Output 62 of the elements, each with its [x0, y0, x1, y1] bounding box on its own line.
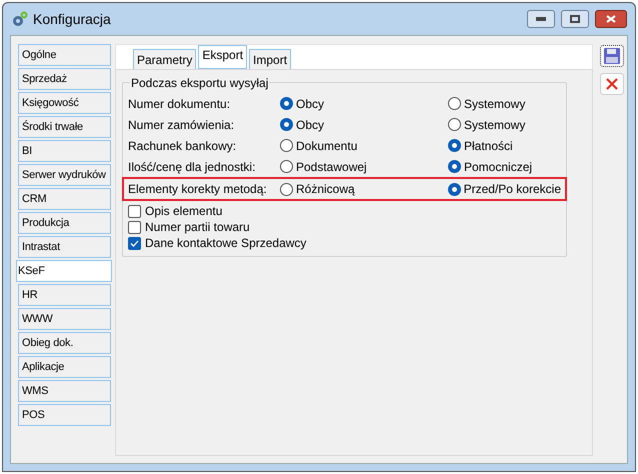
checkbox-option[interactable]: Dane kontaktowe Sprzedawcy — [128, 236, 561, 250]
radio-button[interactable] — [280, 160, 293, 173]
sidebar-item[interactable]: Produkcja — [18, 212, 111, 234]
radio-option[interactable]: Płatności — [448, 136, 513, 154]
field-label: Elementy korekty metodą: — [128, 181, 268, 198]
close-button[interactable] — [595, 10, 627, 28]
checkbox[interactable] — [128, 220, 141, 234]
field-label: Ilość/cenę dla jednostki: — [128, 158, 256, 176]
sidebar-item[interactable]: KSeF — [16, 260, 112, 282]
radio-option[interactable]: Przed/Po korekcie — [448, 180, 561, 198]
checkbox[interactable] — [128, 204, 141, 218]
sidebar-item[interactable]: Obieg dok. — [18, 332, 111, 354]
sidebar-item[interactable]: Sprzedaż — [18, 68, 111, 90]
checkbox-option[interactable]: Numer partii towaru — [128, 220, 561, 234]
radio-option[interactable]: Systemowy — [448, 94, 526, 112]
close-icon — [605, 77, 619, 91]
radio-button[interactable] — [280, 139, 293, 152]
radio-button[interactable] — [448, 139, 461, 152]
radio-option[interactable]: Różnicową — [280, 180, 448, 198]
sidebar-item[interactable]: Księgowość — [18, 92, 111, 114]
radio-button[interactable] — [448, 182, 461, 196]
radio-button[interactable] — [448, 97, 461, 110]
radio-button[interactable] — [448, 118, 461, 131]
sidebar-item[interactable]: BI — [18, 140, 111, 162]
window-title: Konfiguracja — [33, 10, 111, 29]
radio-option[interactable]: Obcy — [280, 116, 448, 134]
cancel-button[interactable] — [600, 73, 624, 95]
minimize-button[interactable] — [527, 10, 555, 28]
sidebar-item[interactable]: Ogólne — [18, 44, 111, 66]
sidebar-item[interactable]: Intrastat — [18, 236, 111, 258]
radio-option[interactable]: Pomocniczej — [448, 158, 532, 176]
field-label: Numer zamówienia: — [128, 116, 236, 134]
minimize-icon — [536, 17, 546, 21]
sidebar-item[interactable]: HR — [18, 284, 111, 306]
tab[interactable]: Import — [249, 49, 292, 70]
radio-option[interactable]: Podstawowej — [280, 158, 448, 176]
field-label: Numer dokumentu: — [128, 96, 232, 112]
radio-button[interactable] — [280, 97, 293, 110]
radio-option[interactable]: Systemowy — [448, 116, 526, 134]
check-icon — [130, 240, 139, 246]
radio-option[interactable]: Dokumentu — [280, 136, 448, 154]
sidebar-item[interactable]: WMS — [18, 380, 111, 402]
radio-option[interactable]: Obcy — [280, 94, 448, 112]
maximize-button[interactable] — [561, 10, 589, 28]
save-button[interactable] — [600, 45, 624, 67]
sidebar-item[interactable]: POS — [18, 404, 111, 426]
close-icon — [606, 15, 616, 23]
radio-button[interactable] — [448, 160, 461, 173]
gears-icon — [11, 10, 29, 28]
sidebar-item[interactable]: Środki trwałe — [18, 116, 111, 138]
checkbox[interactable] — [128, 236, 141, 250]
radio-button[interactable] — [280, 118, 293, 131]
tab[interactable]: Eksport — [198, 45, 248, 69]
sidebar-item[interactable]: CRM — [18, 188, 111, 210]
sidebar-item[interactable]: WWW — [18, 308, 111, 330]
checkbox-option[interactable]: Opis elementu — [128, 204, 561, 218]
field-label: Rachunek bankowy: — [128, 138, 238, 154]
radio-button[interactable] — [280, 182, 293, 196]
sidebar-item[interactable]: Serwer wydruków — [18, 164, 111, 186]
maximize-icon — [570, 15, 580, 23]
sidebar-item[interactable]: Aplikacje — [18, 356, 111, 378]
tab[interactable]: Parametry — [133, 49, 196, 70]
